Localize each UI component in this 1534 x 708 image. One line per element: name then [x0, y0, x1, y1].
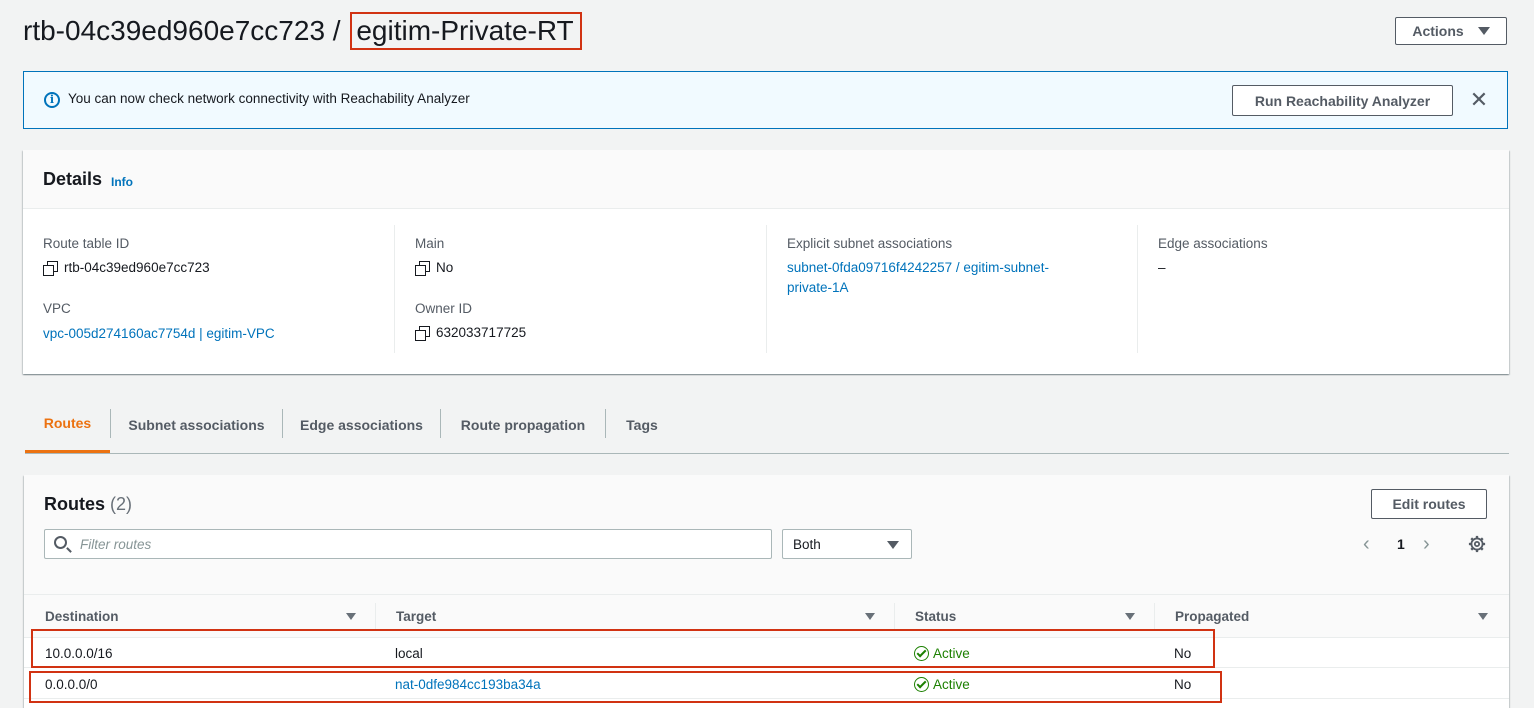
- page-title: rtb-04c39ed960e7cc723 / egitim-Private-R…: [23, 12, 582, 50]
- copy-icon[interactable]: [415, 260, 430, 276]
- run-reachability-analyzer-label: Run Reachability Analyzer: [1254, 92, 1431, 109]
- route-propagated: No: [1174, 676, 1192, 692]
- tab-route-propagation[interactable]: Route propagation: [441, 396, 605, 453]
- route-table-id-title: rtb-04c39ed960e7cc723: [23, 15, 326, 46]
- explicit-subnet-associations-label: Explicit subnet associations: [787, 236, 953, 251]
- tab-tags[interactable]: Tags: [606, 396, 678, 453]
- column-header-target[interactable]: Target: [396, 595, 894, 637]
- details-column-2: Main No Owner ID 632033717725: [395, 209, 767, 374]
- route-destination: 10.0.0.0/16: [45, 645, 113, 661]
- gear-icon[interactable]: [1468, 535, 1486, 553]
- edge-associations-value: –: [1158, 260, 1166, 275]
- route-target-link[interactable]: nat-0dfe984cc193ba34a: [395, 669, 541, 699]
- column-divider: [894, 603, 895, 629]
- caret-down-icon: [1477, 27, 1490, 35]
- route-type-select[interactable]: Both: [782, 529, 912, 559]
- route-status-text: Active: [933, 645, 970, 661]
- route-status: Active: [914, 669, 970, 699]
- info-flashbar: i You can now check network connectivity…: [23, 71, 1508, 129]
- routes-table-header: Destination Target Status Propagated: [24, 594, 1509, 638]
- edit-routes-label: Edit routes: [1392, 496, 1466, 512]
- main-value: No: [415, 260, 454, 276]
- details-column-4: Edge associations –: [1138, 209, 1509, 374]
- check-circle-icon: [914, 676, 929, 692]
- owner-id-text: 632033717725: [436, 325, 527, 340]
- route-target: local: [395, 645, 423, 661]
- page-header: rtb-04c39ed960e7cc723 / egitim-Private-R…: [0, 0, 1534, 64]
- search-icon: [54, 536, 67, 549]
- explicit-subnet-link-line1[interactable]: subnet-0fda09716f4242257 / egitim-subnet…: [787, 260, 1049, 275]
- details-title: Details: [43, 169, 103, 189]
- details-info-link[interactable]: Info: [111, 175, 133, 189]
- close-icon[interactable]: ✕: [1468, 87, 1490, 113]
- tab-bar: Routes Subnet associations Edge associat…: [25, 396, 1509, 454]
- tab-edge-associations[interactable]: Edge associations: [283, 396, 440, 453]
- chevron-left-icon[interactable]: ‹: [1363, 533, 1370, 556]
- sort-caret-icon[interactable]: [346, 613, 356, 620]
- column-header-status[interactable]: Status: [915, 595, 1154, 637]
- route-table-id-label: Route table ID: [43, 236, 130, 251]
- routes-header: Routes (2) Edit routes Both ‹ 1 ›: [24, 475, 1509, 594]
- copy-icon[interactable]: [415, 325, 430, 341]
- route-destination: 0.0.0.0/0: [45, 676, 98, 692]
- table-row[interactable]: 10.0.0.0/16 local Active No: [24, 638, 1509, 668]
- routes-panel: Routes (2) Edit routes Both ‹ 1 ›: [24, 475, 1509, 708]
- owner-id-label: Owner ID: [415, 301, 473, 316]
- caret-down-icon: [887, 541, 899, 549]
- column-header-propagated[interactable]: Propagated: [1175, 595, 1488, 637]
- tab-routes[interactable]: Routes: [25, 396, 110, 453]
- title-separator: /: [332, 15, 341, 46]
- owner-id-value: 632033717725: [415, 325, 527, 341]
- flashbar-message: You can now check network connectivity w…: [68, 91, 470, 106]
- main-label: Main: [415, 236, 445, 251]
- sort-caret-icon[interactable]: [1478, 613, 1488, 620]
- info-icon: i: [44, 92, 60, 108]
- column-divider: [375, 603, 376, 629]
- sort-caret-icon[interactable]: [865, 613, 875, 620]
- route-table-id-value: rtb-04c39ed960e7cc723: [43, 260, 210, 276]
- details-panel: Details Info Route table ID rtb-04c39ed9…: [23, 150, 1509, 374]
- edge-associations-label: Edge associations: [1158, 236, 1268, 251]
- details-column-3: Explicit subnet associations subnet-0fda…: [767, 209, 1138, 374]
- route-type-select-value: Both: [793, 536, 821, 552]
- column-destination-label: Destination: [45, 608, 119, 624]
- check-circle-icon: [914, 645, 929, 661]
- route-table-name-title: egitim-Private-RT: [350, 12, 582, 50]
- column-target-label: Target: [396, 608, 437, 624]
- actions-button-label: Actions: [1412, 23, 1464, 39]
- actions-button[interactable]: Actions: [1395, 17, 1507, 45]
- run-reachability-analyzer-button[interactable]: Run Reachability Analyzer: [1232, 85, 1453, 116]
- filter-routes-input[interactable]: [78, 533, 758, 555]
- tab-subnet-associations[interactable]: Subnet associations: [111, 396, 282, 453]
- vpc-label: VPC: [43, 301, 71, 316]
- main-text: No: [436, 260, 454, 275]
- route-status-text: Active: [933, 676, 970, 692]
- details-column-1: Route table ID rtb-04c39ed960e7cc723 VPC…: [23, 209, 395, 374]
- edit-routes-button[interactable]: Edit routes: [1371, 489, 1487, 519]
- route-table-id-text: rtb-04c39ed960e7cc723: [64, 260, 210, 275]
- routes-title: Routes (2): [44, 494, 132, 515]
- vpc-link[interactable]: vpc-005d274160ac7754d | egitim-VPC: [43, 326, 275, 341]
- details-header: Details Info: [23, 150, 1509, 209]
- table-row[interactable]: 0.0.0.0/0 nat-0dfe984cc193ba34a Active N…: [24, 669, 1509, 699]
- page-number[interactable]: 1: [1397, 536, 1405, 552]
- routes-title-text: Routes: [44, 494, 106, 514]
- route-status: Active: [914, 638, 970, 668]
- sort-caret-icon[interactable]: [1125, 613, 1135, 620]
- filter-routes-field[interactable]: [44, 529, 772, 559]
- copy-icon[interactable]: [43, 260, 58, 276]
- column-propagated-label: Propagated: [1175, 608, 1250, 624]
- column-divider: [1154, 603, 1155, 629]
- chevron-right-icon[interactable]: ›: [1423, 533, 1430, 556]
- explicit-subnet-link-line2[interactable]: private-1A: [787, 280, 849, 295]
- routes-count: (2): [110, 494, 133, 514]
- route-propagated: No: [1174, 645, 1192, 661]
- column-header-destination[interactable]: Destination: [45, 595, 375, 637]
- column-status-label: Status: [915, 608, 957, 624]
